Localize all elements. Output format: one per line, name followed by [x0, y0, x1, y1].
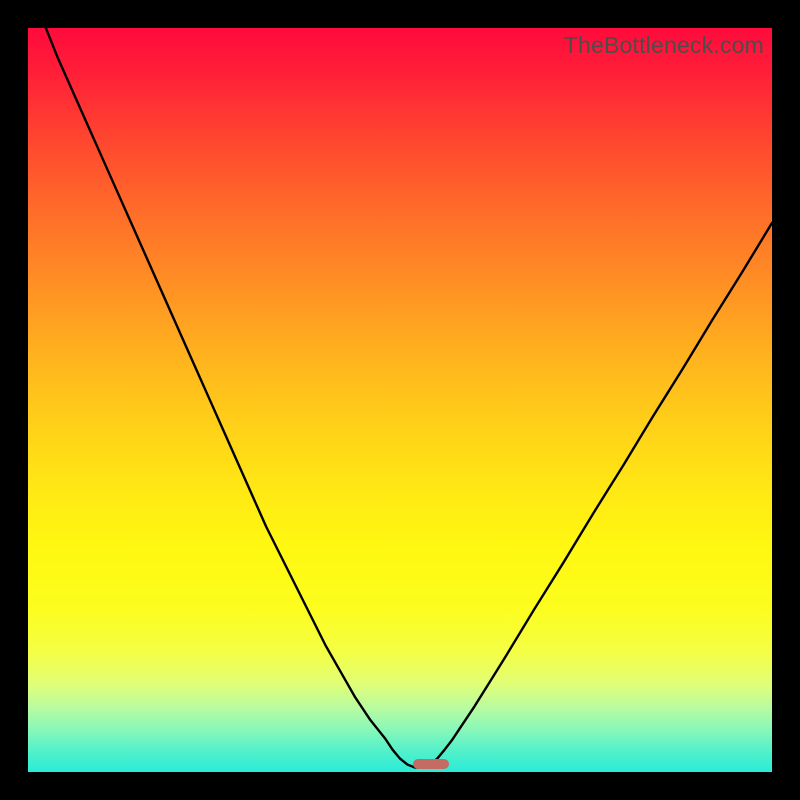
chart-plot-area: TheBottleneck.com	[28, 28, 772, 772]
chart-frame: TheBottleneck.com	[0, 0, 800, 800]
bottleneck-curve	[28, 28, 772, 772]
optimum-marker	[413, 759, 449, 769]
